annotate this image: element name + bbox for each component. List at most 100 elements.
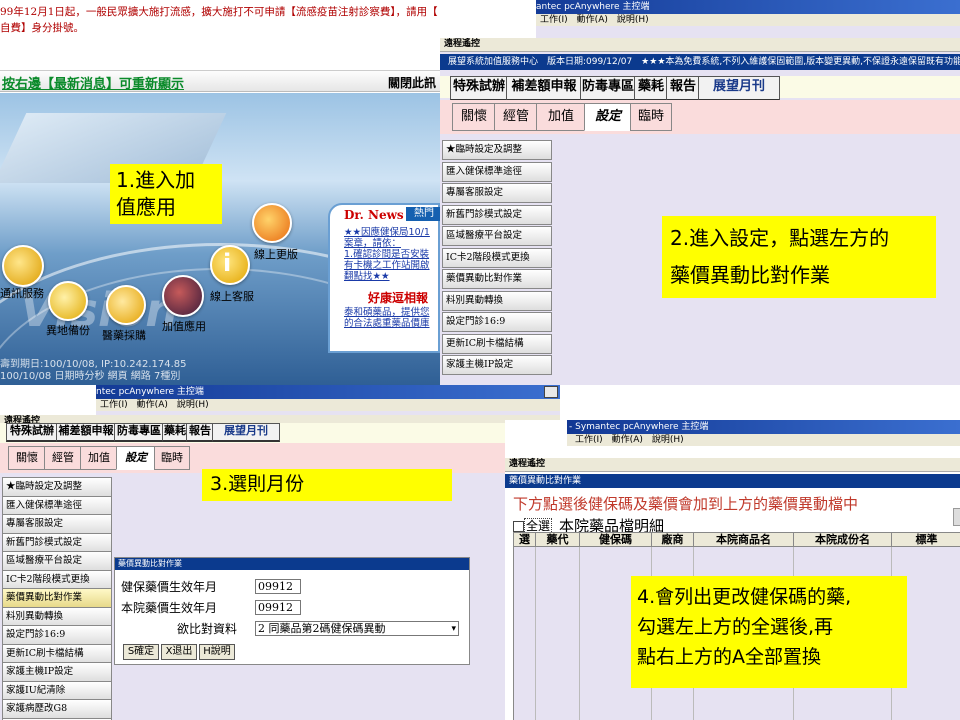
- subtab-0[interactable]: 關懷: [452, 103, 496, 131]
- notice-line-1: 99年12月1日起，一般民眾擴大施打流感，擴大施打不可申請【流感疫苗注射診察費】…: [0, 6, 438, 18]
- grid-header-6[interactable]: 標準: [892, 533, 960, 547]
- backup-label[interactable]: 異地備份: [46, 322, 90, 338]
- version-bar: 展望系統加值服務中心 版本日期:099/12/07 ★★★本為免費系統,不列入維…: [440, 54, 960, 70]
- addon-app-icon[interactable]: [162, 275, 204, 317]
- notice-banner: 99年12月1日起，一般民眾擴大施打流感，擴大施打不可申請【流感疫苗注射診察費】…: [0, 4, 440, 38]
- grid-column-line: [536, 547, 580, 720]
- instruction-text: 下方點選後健保碼及藥價會加到上方的藥價異動檔中: [513, 495, 859, 513]
- settings-menu-item[interactable]: 新舊門診模式設定: [442, 204, 552, 225]
- settings-menu-item[interactable]: 區域醫療平台設定: [2, 551, 112, 571]
- news-item[interactable]: 翻點找★★: [344, 271, 430, 282]
- tab-3[interactable]: 藥耗: [634, 76, 668, 101]
- nhi-month-label: 健保藥價生效年月: [121, 580, 218, 594]
- promo-item[interactable]: 的合法處重藥品價庫: [344, 318, 430, 329]
- exit-button[interactable]: X退出: [161, 644, 197, 660]
- comm-icon[interactable]: [2, 245, 44, 287]
- news-item[interactable]: 1.確認診間是否安裝: [344, 249, 430, 260]
- update-icon[interactable]: [252, 203, 292, 243]
- settings-menu-item[interactable]: 家護病歷改G8: [2, 699, 112, 719]
- tab-0[interactable]: 特殊試辦: [6, 423, 58, 442]
- settings-menu-item[interactable]: 新舊門診模式設定: [2, 532, 112, 553]
- update-label[interactable]: 線上更版: [254, 246, 298, 262]
- subtab-2[interactable]: 加值: [536, 103, 586, 131]
- settings-menu-item[interactable]: 更新IC刷卡檔結構: [2, 643, 112, 664]
- tab-2[interactable]: 防毒專區: [580, 76, 636, 101]
- news-item[interactable]: ★★因應健保局10/1: [344, 227, 430, 238]
- settings-menu-item[interactable]: 藥價異動比對作業: [2, 588, 112, 608]
- remote-subtitle: 遠程遙控: [505, 458, 960, 472]
- addon-app-label[interactable]: 加值應用: [162, 318, 206, 334]
- tab-1[interactable]: 補差額申報: [506, 76, 582, 101]
- grid-header-3[interactable]: 廠商: [652, 533, 694, 547]
- refresh-news-link[interactable]: 按右邊【最新消息】可重新顯示: [2, 73, 184, 92]
- settings-menu-item[interactable]: ★臨時設定及調整: [442, 140, 552, 160]
- settings-menu-item[interactable]: 家護主機IP設定: [442, 355, 552, 375]
- help-button[interactable]: H說明: [199, 644, 235, 660]
- news-item[interactable]: 有卡機之工作站開啟: [344, 260, 430, 271]
- backup-icon[interactable]: [48, 281, 88, 321]
- settings-menu-item[interactable]: 區域醫療平台設定: [442, 226, 552, 246]
- grid-header-0[interactable]: 選: [514, 533, 536, 547]
- settings-menu-item[interactable]: IC卡2階段模式更換: [442, 247, 552, 268]
- checkbox-icon[interactable]: [513, 521, 524, 532]
- minimize-button[interactable]: [544, 386, 558, 398]
- tab-5[interactable]: 展望月刊: [698, 76, 780, 101]
- tab-4[interactable]: 報告: [666, 76, 700, 101]
- settings-menu-item[interactable]: 藥價異動比對作業: [442, 269, 552, 289]
- settings-menu-item[interactable]: 家護主機IP設定: [2, 662, 112, 682]
- promo-item[interactable]: 泰和碩藥品，提供您: [344, 307, 430, 318]
- settings-menu-item[interactable]: 匯入健保標準途徑: [2, 495, 112, 516]
- news-tab[interactable]: 熱門: [406, 207, 440, 221]
- subtab-2[interactable]: 加值: [80, 446, 118, 470]
- compare-data-value: 2 同藥品第2碼健保碼異動: [258, 622, 386, 635]
- grid-header-5[interactable]: 本院成份名: [794, 533, 892, 547]
- support-label[interactable]: 線上客服: [210, 288, 254, 304]
- step4-callout: 4.會列出更改健保碼的藥, 勾選左上方的全選後,再 點右上方的A全部置換: [631, 576, 907, 688]
- portal-hero: Vision 線上更版 i 線上客服 加值應用 醫藥採購 異地備份 通訊服務 D…: [0, 93, 440, 385]
- purchase-icon[interactable]: [106, 285, 146, 325]
- tab-4[interactable]: 報告: [186, 423, 214, 442]
- news-item[interactable]: 案章，請依：: [344, 238, 430, 249]
- subtab-3[interactable]: 設定: [116, 446, 156, 470]
- right-edge-button[interactable]: [953, 508, 960, 526]
- tab-2[interactable]: 防毒專區: [114, 423, 164, 442]
- settings-menu-item[interactable]: 專屬客服設定: [442, 183, 552, 203]
- tab-3[interactable]: 藥耗: [162, 423, 188, 442]
- subtab-1[interactable]: 經管: [494, 103, 538, 131]
- settings-menu-item[interactable]: 料別異動轉換: [442, 290, 552, 311]
- grid-header-2[interactable]: 健保碼: [580, 533, 652, 547]
- chevron-down-icon[interactable]: ▾: [451, 622, 456, 636]
- settings-menu-item[interactable]: 專屬客服設定: [2, 514, 112, 534]
- settings-menu-item[interactable]: 匯入健保標準途徑: [442, 161, 552, 182]
- subtab-4[interactable]: 臨時: [154, 446, 190, 470]
- subtab-4[interactable]: 臨時: [630, 103, 672, 131]
- compare-data-select[interactable]: 2 同藥品第2碼健保碼異動 ▾: [255, 621, 459, 636]
- subtab-1[interactable]: 經管: [44, 446, 82, 470]
- confirm-button[interactable]: S確定: [123, 644, 159, 660]
- subtab-3[interactable]: 設定: [584, 103, 632, 131]
- nhi-month-input[interactable]: 09912: [255, 579, 301, 594]
- tab-5[interactable]: 展望月刊: [212, 423, 280, 442]
- clinic-month-input[interactable]: 09912: [255, 600, 301, 615]
- window-corner-mask: [0, 385, 96, 415]
- status-line-1: 壽到期日:100/10/08, IP:10.242.174.85: [0, 359, 187, 370]
- grid-header-4[interactable]: 本院商品名: [694, 533, 794, 547]
- step1-callout: 1.進入加 值應用: [110, 164, 222, 224]
- settings-menu-item[interactable]: ★臨時設定及調整: [2, 477, 112, 497]
- settings-menu-item[interactable]: 設定門診16:9: [442, 312, 552, 332]
- settings-menu-item[interactable]: 設定門診16:9: [2, 625, 112, 645]
- subtab-0[interactable]: 關懷: [8, 446, 46, 470]
- purchase-label[interactable]: 醫藥採購: [102, 327, 146, 343]
- tab-0[interactable]: 特殊試辦: [450, 76, 508, 101]
- comm-label[interactable]: 通訊服務: [0, 285, 44, 301]
- promo-title: 好康逗相報: [368, 291, 429, 305]
- settings-menu-item[interactable]: 更新IC刷卡檔結構: [442, 333, 552, 354]
- tab-1[interactable]: 補差額申報: [56, 423, 116, 442]
- step1-line-1: 1.進入加: [116, 168, 196, 192]
- settings-menu-item[interactable]: IC卡2階段模式更換: [2, 569, 112, 590]
- menu-bar[interactable]: 工作(I) 動作(A) 說明(H): [505, 434, 960, 446]
- settings-menu-item[interactable]: 家護IU紀清除: [2, 680, 112, 701]
- notice-link-bar: 按右邊【最新消息】可重新顯示 關閉此訊息: [0, 70, 440, 107]
- grid-header-1[interactable]: 藥代: [536, 533, 580, 547]
- settings-menu-item[interactable]: 料別異動轉換: [2, 606, 112, 627]
